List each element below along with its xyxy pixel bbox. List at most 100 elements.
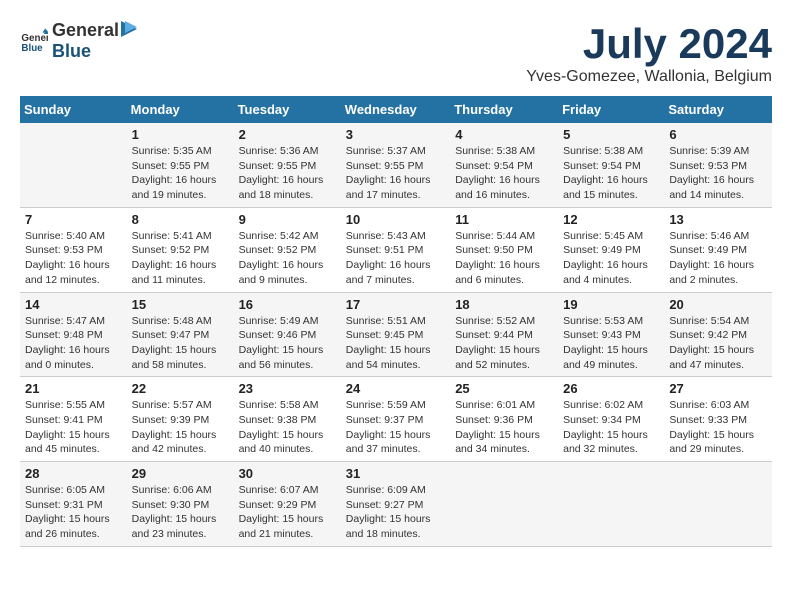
calendar-cell: 10Sunrise: 5:43 AMSunset: 9:51 PMDayligh… [341,207,450,292]
day-info: Sunrise: 6:06 AMSunset: 9:30 PMDaylight:… [132,483,229,542]
calendar-cell: 18Sunrise: 5:52 AMSunset: 9:44 PMDayligh… [450,292,558,377]
cell-text-line: Daylight: 15 hours [563,428,659,443]
cell-text-line: Sunset: 9:44 PM [455,328,553,343]
cell-text-line: Sunset: 9:50 PM [455,243,553,258]
cell-text-line: and 16 minutes. [455,188,553,203]
day-info: Sunrise: 5:57 AMSunset: 9:39 PMDaylight:… [132,398,229,457]
calendar-cell: 12Sunrise: 5:45 AMSunset: 9:49 PMDayligh… [558,207,664,292]
cell-text-line: and 40 minutes. [239,442,336,457]
weekday-header-row: SundayMondayTuesdayWednesdayThursdayFrid… [20,96,772,123]
cell-text-line: Sunrise: 6:06 AM [132,483,229,498]
cell-text-line: Sunset: 9:34 PM [563,413,659,428]
cell-text-line: and 15 minutes. [563,188,659,203]
cell-text-line: Sunrise: 5:47 AM [25,314,122,329]
header-sunday: Sunday [20,96,127,123]
cell-text-line: Sunset: 9:53 PM [25,243,122,258]
calendar-cell: 31Sunrise: 6:09 AMSunset: 9:27 PMDayligh… [341,462,450,547]
cell-text-line: Sunrise: 5:37 AM [346,144,445,159]
cell-text-line: Sunset: 9:41 PM [25,413,122,428]
cell-text-line: Daylight: 15 hours [132,343,229,358]
day-info: Sunrise: 5:55 AMSunset: 9:41 PMDaylight:… [25,398,122,457]
cell-text-line: and 21 minutes. [239,527,336,542]
title-section: July 2024 Yves-Gomezee, Wallonia, Belgiu… [526,20,772,86]
cell-text-line: and 6 minutes. [455,273,553,288]
day-info: Sunrise: 5:43 AMSunset: 9:51 PMDaylight:… [346,229,445,288]
day-number: 15 [132,297,229,312]
day-number: 24 [346,381,445,396]
calendar-cell: 20 Sunrise: 5:54 AMSunset: 9:42 PMDayligh… [664,292,772,377]
calendar-cell: 15Sunrise: 5:48 AMSunset: 9:47 PMDayligh… [127,292,234,377]
calendar-cell [664,462,772,547]
cell-text-line: Daylight: 16 hours [669,173,767,188]
calendar-cell: 27 Sunrise: 6:03 AMSunset: 9:33 PMDayligh… [664,377,772,462]
cell-text-line: Sunrise: 5:40 AM [25,229,122,244]
cell-text-line: Sunset: 9:31 PM [25,498,122,513]
cell-text-line: and 29 minutes. [669,442,767,457]
cell-text-line: Daylight: 15 hours [132,512,229,527]
cell-text-line: Daylight: 16 hours [132,173,229,188]
cell-text-line: Sunset: 9:55 PM [346,159,445,174]
cell-text-line: Sunset: 9:38 PM [239,413,336,428]
cell-text-line: and 47 minutes. [669,358,767,373]
cell-text-line: Sunrise: 6:03 AM [669,398,767,413]
cell-text-line: Sunset: 9:36 PM [455,413,553,428]
day-number: 20 [669,297,767,312]
cell-text-line: Sunset: 9:27 PM [346,498,445,513]
header-friday: Friday [558,96,664,123]
cell-text-line: and 26 minutes. [25,527,122,542]
header-thursday: Thursday [450,96,558,123]
cell-text-line: Sunrise: 5:44 AM [455,229,553,244]
calendar-cell: 8Sunrise: 5:41 AMSunset: 9:52 PMDaylight… [127,207,234,292]
calendar-cell: 11 Sunrise: 5:44 AMSunset: 9:50 PMDayligh… [450,207,558,292]
cell-text-line: Sunrise: 5:38 AM [563,144,659,159]
cell-text-line: and 11 minutes. [132,273,229,288]
cell-text-line: Sunrise: 5:35 AM [132,144,229,159]
day-info: Sunrise: 5:42 AMSunset: 9:52 PMDaylight:… [239,229,336,288]
day-number: 6 [669,127,767,142]
cell-text-line: Sunset: 9:30 PM [132,498,229,513]
day-number: 28 [25,466,122,481]
day-info: Sunrise: 6:03 AMSunset: 9:33 PMDaylight:… [669,398,767,457]
cell-text-line: Daylight: 16 hours [239,173,336,188]
cell-text-line: and 45 minutes. [25,442,122,457]
cell-text-line: and 32 minutes. [563,442,659,457]
day-number: 27 [669,381,767,396]
cell-text-line: Sunset: 9:51 PM [346,243,445,258]
day-info: Sunrise: 5:58 AMSunset: 9:38 PMDaylight:… [239,398,336,457]
logo-triangle-icon [121,21,137,41]
day-info: Sunrise: 5:44 AMSunset: 9:50 PMDaylight:… [455,229,553,288]
day-info: Sunrise: 5:37 AMSunset: 9:55 PMDaylight:… [346,144,445,203]
month-year-title: July 2024 [526,20,772,68]
cell-text-line: and 9 minutes. [239,273,336,288]
day-number: 12 [563,212,659,227]
cell-text-line: Daylight: 16 hours [25,258,122,273]
svg-text:Blue: Blue [21,43,43,54]
cell-text-line: Daylight: 15 hours [455,428,553,443]
cell-text-line: Sunrise: 6:01 AM [455,398,553,413]
day-info: Sunrise: 6:09 AMSunset: 9:27 PMDaylight:… [346,483,445,542]
cell-text-line: Sunrise: 6:05 AM [25,483,122,498]
cell-text-line: Daylight: 16 hours [669,258,767,273]
cell-text-line: Daylight: 16 hours [455,173,553,188]
cell-text-line: Sunrise: 5:41 AM [132,229,229,244]
cell-text-line: Sunset: 9:39 PM [132,413,229,428]
calendar-cell: 6Sunrise: 5:39 AMSunset: 9:53 PMDaylight… [664,123,772,207]
day-info: Sunrise: 6:01 AMSunset: 9:36 PMDaylight:… [455,398,553,457]
cell-text-line: and 49 minutes. [563,358,659,373]
calendar-week-row: 28Sunrise: 6:05 AMSunset: 9:31 PMDayligh… [20,462,772,547]
calendar-cell: 26Sunrise: 6:02 AMSunset: 9:34 PMDayligh… [558,377,664,462]
day-info: Sunrise: 5:54 AMSunset: 9:42 PMDaylight:… [669,314,767,373]
cell-text-line: Sunset: 9:55 PM [239,159,336,174]
calendar-cell: 29Sunrise: 6:06 AMSunset: 9:30 PMDayligh… [127,462,234,547]
day-number: 8 [132,212,229,227]
location-subtitle: Yves-Gomezee, Wallonia, Belgium [526,68,772,86]
cell-text-line: Sunset: 9:43 PM [563,328,659,343]
day-number: 11 [455,212,553,227]
cell-text-line: Sunset: 9:29 PM [239,498,336,513]
cell-text-line: Sunrise: 5:59 AM [346,398,445,413]
day-info: Sunrise: 5:40 AMSunset: 9:53 PMDaylight:… [25,229,122,288]
cell-text-line: Sunset: 9:55 PM [132,159,229,174]
cell-text-line: Daylight: 15 hours [25,512,122,527]
day-number: 17 [346,297,445,312]
cell-text-line: Sunrise: 5:55 AM [25,398,122,413]
